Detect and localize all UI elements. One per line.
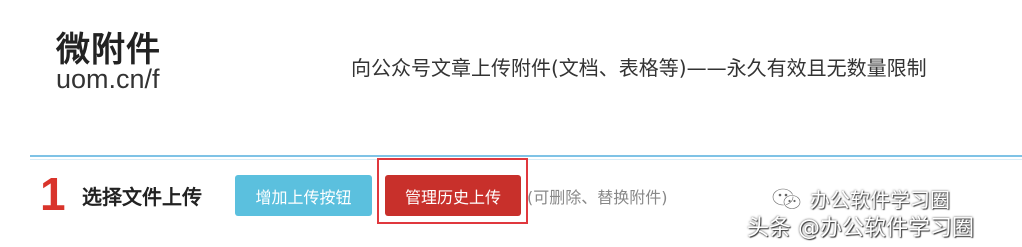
add-upload-button[interactable]: 增加上传按钮 xyxy=(235,175,372,216)
page-tagline: 向公众号文章上传附件(文档、表格等)——永久有效且无数量限制 xyxy=(351,56,927,80)
watermark-source: 头条 @办公软件学习圈 xyxy=(747,216,974,241)
manage-history-button[interactable]: 管理历史上传 xyxy=(385,175,521,216)
step-label: 选择文件上传 xyxy=(82,185,202,209)
watermark-account: 办公软件学习圈 xyxy=(772,184,950,213)
step-number: 1 xyxy=(40,168,66,220)
brand-url[interactable]: uom.cn/f xyxy=(56,64,160,95)
manage-hint: (可删除、替换附件) xyxy=(527,188,668,207)
watermark-account-text: 办公软件学习圈 xyxy=(810,188,950,212)
section-divider xyxy=(30,155,1022,157)
wechat-icon xyxy=(772,187,801,209)
